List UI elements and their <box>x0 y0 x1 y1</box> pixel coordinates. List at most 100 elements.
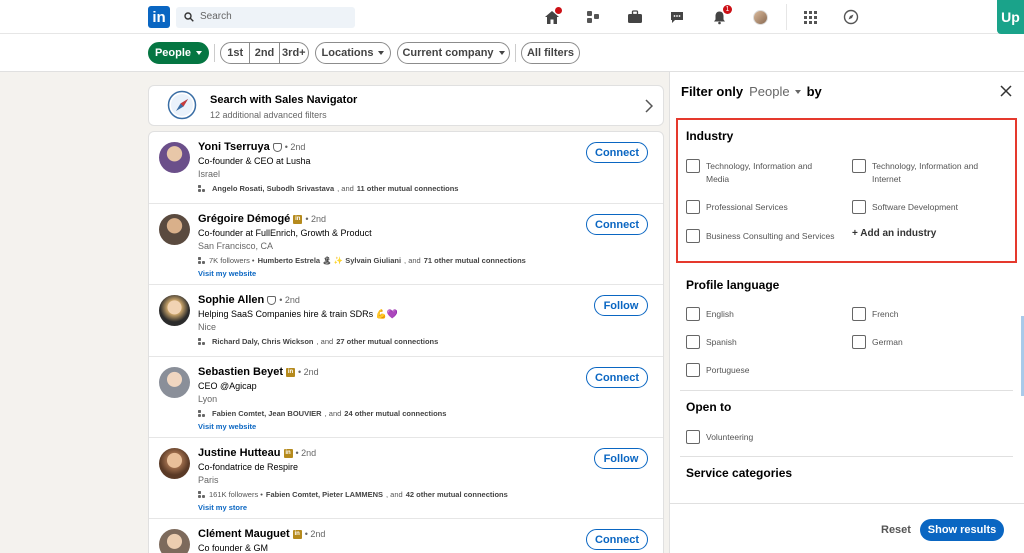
mutual-connections[interactable]: Richard Daly, Chris Wickson, and 27 othe… <box>198 337 438 346</box>
locations-filter-pill[interactable]: Locations <box>315 42 391 64</box>
language-checkbox[interactable]: English <box>686 307 734 321</box>
industry-checkbox[interactable]: Business Consulting and Services <box>686 229 836 243</box>
search-placeholder: Search <box>200 11 232 22</box>
checkbox[interactable] <box>686 363 700 377</box>
person-location: Lyon <box>198 394 218 404</box>
linkedin-logo[interactable]: in <box>148 6 170 28</box>
me-avatar[interactable] <box>751 8 769 26</box>
all-filters-pill[interactable]: All filters <box>521 42 580 64</box>
follow-button[interactable]: Follow <box>594 295 648 316</box>
mutual-connector: , and <box>386 490 403 499</box>
all-filters-label: All filters <box>526 47 575 59</box>
connection-degree: • 2nd <box>279 295 300 305</box>
close-icon[interactable] <box>1000 85 1012 97</box>
mutual-connections-icon <box>198 184 206 193</box>
avatar[interactable] <box>159 142 190 173</box>
connect-button[interactable]: Connect <box>586 367 648 388</box>
website-link[interactable]: Visit my store <box>198 503 247 512</box>
sales-navigator-card[interactable]: Search with Sales Navigator 12 additiona… <box>148 85 664 126</box>
language-checkbox[interactable]: German <box>852 335 903 349</box>
mutual-connections[interactable]: 161K followers • Fabien Comtet, Pieter L… <box>198 490 508 499</box>
checkbox[interactable] <box>852 335 866 349</box>
filter-type-select[interactable]: People <box>749 84 801 99</box>
linkedin-premium-icon: in <box>293 214 303 224</box>
profile-language-title: Profile language <box>686 278 780 292</box>
mutual-connections[interactable]: 7K followers • Humberto Estrela 🏝 ✨ Sylv… <box>198 256 526 265</box>
chevron-down-icon <box>794 89 801 94</box>
avatar[interactable] <box>159 295 190 326</box>
industry-checkbox[interactable]: Software Development <box>852 200 1002 214</box>
person-name[interactable]: Yoni Tserruya <box>198 141 270 153</box>
language-checkbox[interactable]: Spanish <box>686 335 737 349</box>
up-extension-icon[interactable]: Up <box>997 0 1024 34</box>
add-industry-button[interactable]: + Add an industry <box>852 228 936 239</box>
notifications-icon[interactable]: 1 <box>710 5 732 26</box>
mutual-names: Fabien Comtet, Pieter LAMMENS <box>265 490 384 499</box>
checkbox-label: Business Consulting and Services <box>706 231 835 241</box>
compass-icon[interactable] <box>842 8 860 26</box>
avatar[interactable] <box>159 214 190 245</box>
follow-button[interactable]: Follow <box>594 448 648 469</box>
avatar[interactable] <box>159 529 190 553</box>
avatar[interactable] <box>159 448 190 479</box>
mutual-connections-icon <box>198 337 206 346</box>
checkbox-label: Technology, Information and Media <box>706 161 813 184</box>
jobs-icon[interactable] <box>626 8 644 26</box>
industry-checkbox[interactable]: Technology, Information and Internet <box>852 159 1002 186</box>
show-results-button[interactable]: Show results <box>920 519 1004 541</box>
filter-only-label: Filter only <box>681 84 744 99</box>
website-link[interactable]: Visit my website <box>198 422 256 431</box>
degree-3rd-pill[interactable]: 3rd+ <box>280 43 308 63</box>
search-icon <box>184 12 194 22</box>
industry-checkbox[interactable]: Professional Services <box>686 200 836 214</box>
website-link[interactable]: Visit my website <box>198 269 256 278</box>
checkbox[interactable] <box>686 335 700 349</box>
checkbox[interactable] <box>686 200 700 214</box>
person-name[interactable]: Grégoire Démogé <box>198 213 290 225</box>
person-name[interactable]: Justine Hutteau <box>198 447 281 459</box>
connect-button[interactable]: Connect <box>586 214 648 235</box>
follower-count: 7K followers • <box>209 256 255 265</box>
language-checkbox[interactable]: Portuguese <box>686 363 749 377</box>
my-network-icon[interactable] <box>584 8 602 26</box>
reset-button[interactable]: Reset <box>881 524 911 536</box>
current-company-filter-pill[interactable]: Current company <box>397 42 510 64</box>
industry-checkbox[interactable]: Technology, Information and Media <box>686 159 836 186</box>
notifications-badge: 1 <box>723 5 732 14</box>
connection-degree: • 2nd <box>295 448 317 458</box>
language-checkbox[interactable]: French <box>852 307 898 321</box>
checkbox[interactable] <box>852 307 866 321</box>
section-divider <box>680 456 1013 457</box>
connect-button[interactable]: Connect <box>586 529 648 550</box>
degree-1st-pill[interactable]: 1st <box>221 43 251 63</box>
search-input[interactable]: Search <box>176 7 355 28</box>
person-name[interactable]: Clément Mauguet <box>198 528 290 540</box>
mutual-count: 71 other mutual connections <box>423 256 526 265</box>
checkbox[interactable] <box>852 200 866 214</box>
open-to-checkbox[interactable]: Volunteering <box>686 430 753 444</box>
current-company-label: Current company <box>402 47 494 59</box>
mutual-connections[interactable]: Angelo Rosati, Subodh Srivastava, and 11… <box>198 184 458 193</box>
filter-divider <box>214 44 215 62</box>
mutual-connections-icon <box>198 409 206 418</box>
avatar[interactable] <box>159 367 190 398</box>
checkbox[interactable] <box>686 159 700 173</box>
checkbox[interactable] <box>686 229 700 243</box>
person-headline: Co-founder at FullEnrich, Growth & Produ… <box>198 228 372 238</box>
home-icon[interactable] <box>543 7 562 26</box>
mutual-connections-icon <box>198 490 206 499</box>
apps-grid-icon[interactable] <box>801 8 819 26</box>
person-name[interactable]: Sophie Allen <box>198 294 264 306</box>
messaging-icon[interactable] <box>668 8 686 26</box>
locations-label: Locations <box>321 47 374 59</box>
checkbox[interactable] <box>686 307 700 321</box>
connect-button[interactable]: Connect <box>586 142 648 163</box>
chevron-down-icon <box>498 51 505 55</box>
checkbox[interactable] <box>852 159 866 173</box>
connection-degree: • 2nd <box>305 214 326 224</box>
degree-2nd-pill[interactable]: 2nd <box>250 43 280 63</box>
person-name[interactable]: Sebastien Beyet <box>198 366 283 378</box>
checkbox[interactable] <box>686 430 700 444</box>
mutual-connections[interactable]: Fabien Comtet, Jean BOUVIER, and 24 othe… <box>198 409 446 418</box>
people-filter-pill[interactable]: People <box>148 42 209 64</box>
